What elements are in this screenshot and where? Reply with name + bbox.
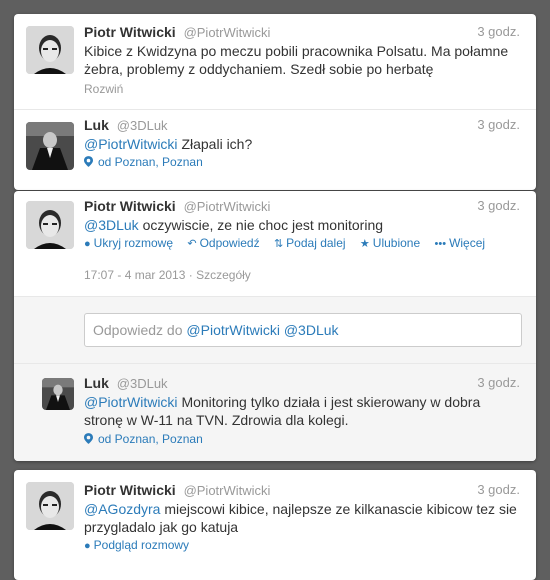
location[interactable]: od Poznan, Poznan: [84, 432, 203, 446]
tweet-text: Kibice z Kwidzyna po meczu pobili pracow…: [84, 43, 509, 77]
location-text[interactable]: od Poznan, Poznan: [98, 155, 203, 169]
tweet-card-2: Piotr Witwicki @PiotrWitwicki 3 godz. @3…: [14, 191, 536, 461]
more-dots-icon: •••: [434, 238, 447, 250]
speech-bubble-icon: ●: [84, 238, 91, 250]
location-text[interactable]: od Poznan, Poznan: [98, 432, 203, 446]
tweet-time[interactable]: 3 godz.: [477, 375, 520, 390]
author-handle[interactable]: @3DLuk: [117, 118, 168, 133]
author-name[interactable]: Luk: [84, 375, 109, 391]
favorite-button[interactable]: ★ Ulubione: [360, 236, 420, 250]
tweet-text: @PiotrWitwicki Monitoring tylko działa i…: [84, 393, 520, 429]
author-handle[interactable]: @3DLuk: [117, 376, 168, 391]
author-name[interactable]: Piotr Witwicki: [84, 24, 176, 40]
author-name[interactable]: Luk: [84, 117, 109, 133]
view-conversation-label[interactable]: Podgląd rozmowy: [94, 538, 189, 552]
star-icon: ★: [359, 238, 370, 250]
retweet-button[interactable]: ⇅ Podaj dalej: [274, 236, 346, 250]
reply-icon: ↶: [187, 238, 197, 250]
avatar[interactable]: [26, 482, 74, 530]
tweet-time[interactable]: 3 godz.: [477, 117, 520, 132]
author-name[interactable]: Piotr Witwicki: [84, 198, 176, 214]
mention-link[interactable]: @PiotrWitwicki: [84, 394, 178, 410]
location-pin-icon: [84, 156, 93, 167]
tweet-text: @AGozdyra miejscowi kibice, najlepsze ze…: [84, 500, 520, 536]
tweet-timestamp[interactable]: 17:07 - 4 mar 2013: [84, 268, 185, 282]
tweet-card-1: Piotr Witwicki @PiotrWitwicki 3 godz. Ki…: [14, 14, 536, 190]
tweet-text: @PiotrWitwicki Złapali ich?: [84, 135, 520, 153]
location[interactable]: od Poznan, Poznan: [84, 155, 203, 169]
view-conversation-link[interactable]: ● Podgląd rozmowy: [84, 538, 189, 552]
mention-link[interactable]: @3DLuk: [84, 217, 139, 233]
avatar[interactable]: [26, 26, 74, 74]
avatar[interactable]: [26, 122, 74, 170]
tweet-details: 17:07 - 4 mar 2013 · Szczegóły: [84, 268, 251, 282]
avatar[interactable]: [26, 201, 74, 249]
speech-bubble-icon: ●: [84, 540, 91, 552]
author-handle[interactable]: @PiotrWitwicki: [184, 199, 271, 214]
tweet-expanded[interactable]: Piotr Witwicki @PiotrWitwicki 3 godz. @3…: [14, 191, 536, 297]
more-button[interactable]: ••• Więcej: [435, 236, 486, 250]
reply-area: Odpowiedz do @PiotrWitwicki @3DLuk: [14, 297, 536, 364]
details-link[interactable]: Szczegóły: [196, 268, 251, 282]
avatar[interactable]: [42, 378, 74, 410]
tweet-body: Złapali ich?: [181, 136, 253, 152]
reply-mention: @3DLuk: [283, 322, 339, 338]
reply-prefix: Odpowiedz do: [93, 322, 183, 338]
expand-link[interactable]: Rozwiń: [84, 82, 123, 96]
details-separator: ·: [188, 268, 193, 282]
retweet-icon: ⇅: [273, 238, 284, 250]
hide-conversation-button[interactable]: ● Ukryj rozmowę: [84, 236, 173, 250]
tweet-time[interactable]: 3 godz.: [477, 198, 520, 213]
author-handle[interactable]: @PiotrWitwicki: [184, 25, 271, 40]
mention-link[interactable]: @AGozdyra: [84, 501, 160, 517]
author-name[interactable]: Piotr Witwicki: [84, 482, 176, 498]
tweet[interactable]: Luk @3DLuk 3 godz. @PiotrWitwicki Złapal…: [14, 110, 536, 190]
tweet-time[interactable]: 3 godz.: [477, 482, 520, 497]
tweet-body: oczywiscie, ze nie choc jest monitoring: [142, 217, 384, 233]
reply-button[interactable]: ↶ Odpowiedź: [187, 236, 259, 250]
tweet-time[interactable]: 3 godz.: [477, 24, 520, 39]
reply-input[interactable]: Odpowiedz do @PiotrWitwicki @3DLuk: [84, 313, 522, 347]
tweet-text: @3DLuk oczywiscie, ze nie choc jest moni…: [84, 216, 520, 234]
tweet[interactable]: Piotr Witwicki @PiotrWitwicki 3 godz. Ki…: [14, 14, 536, 110]
location-pin-icon: [84, 433, 93, 444]
tweet[interactable]: Piotr Witwicki @PiotrWitwicki 3 godz. @A…: [14, 470, 536, 580]
mention-link[interactable]: @PiotrWitwicki: [84, 136, 178, 152]
tweet-actions: ● Ukryj rozmowę ↶ Odpowiedź ⇅ Podaj dalej ★…: [84, 236, 496, 250]
tweet-card-3: Piotr Witwicki @PiotrWitwicki 3 godz. @A…: [14, 470, 536, 580]
reply-mention: @PiotrWitwicki: [186, 322, 280, 338]
author-handle[interactable]: @PiotrWitwicki: [184, 483, 271, 498]
tweet-reply[interactable]: Luk @3DLuk 3 godz. @PiotrWitwicki Monito…: [14, 364, 536, 461]
